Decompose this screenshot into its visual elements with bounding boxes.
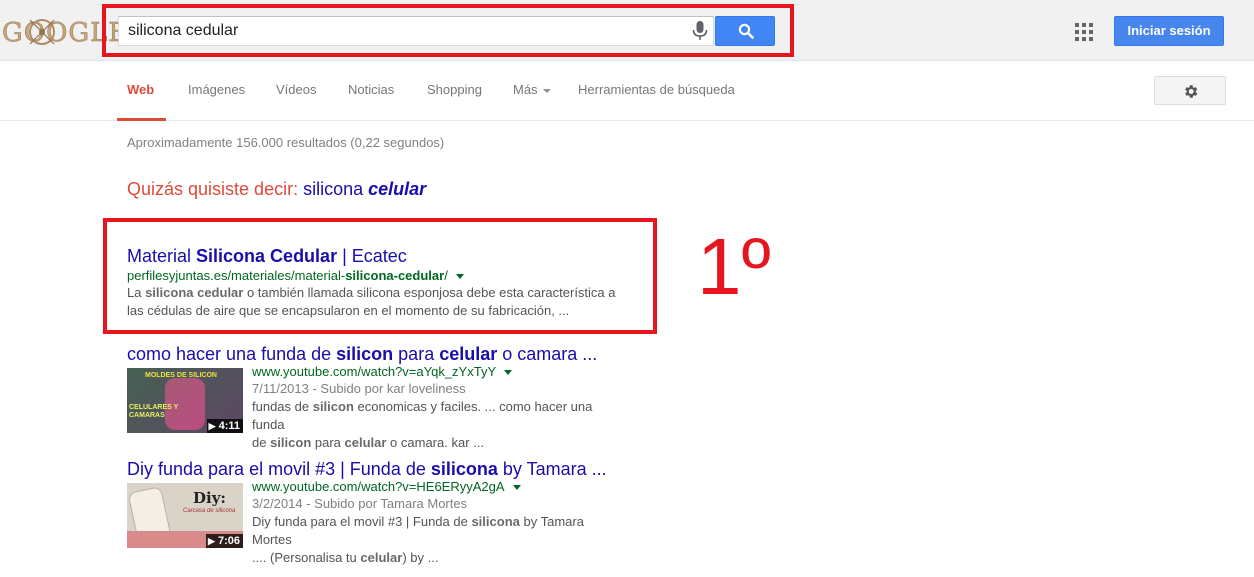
video-duration: 7:06 [206,534,243,548]
tab-images[interactable]: Imágenes [188,82,245,97]
title-part-bold: silicona [430,459,498,479]
tab-news[interactable]: Noticias [348,82,394,97]
caret-down-icon[interactable] [504,370,513,376]
snippet-line: .... (Personalisa tu celular) by ... [252,549,607,567]
snippet-part: Diy funda para el movil #3 | Funda de [252,514,472,529]
title-part-bold: Silicona Cedular [196,246,338,266]
url-part-bold: silicona-cedular [345,268,445,283]
video-meta: 3/2/2014 - Subido por Tamara Mortes [252,496,468,511]
snippet-line: las cédulas de aire que se encapsularon … [127,303,570,318]
thumb-caption: MOLDES DE SILICON [145,372,217,379]
tab-videos[interactable]: Vídeos [276,82,316,97]
snippet-part-bold: silicona cedular [145,285,244,300]
video-result: como hacer una funda de silicon para cel… [127,343,597,450]
spell-suggestion-link[interactable]: silicona celular [303,179,426,199]
title-part: Diy funda para el movil #3 | Funda de [127,459,431,479]
thumb-caption: Carcasa de silicona [183,508,236,514]
spell-emph: celular [368,179,427,199]
thumb-caption: Diy: [193,489,226,507]
video-meta: 7/11/2013 - Subido por kar loveliness [252,381,466,396]
title-part: como hacer una funda de [127,344,337,364]
result-url: www.youtube.com/watch?v=HE6ERyyA2gA [252,478,607,495]
result-title-link[interactable]: Material Silicona Cedular | Ecatec [127,245,616,267]
video-duration: 4:11 [206,419,243,433]
tab-search-tools[interactable]: Herramientas de búsqueda [578,82,735,97]
settings-button[interactable] [1154,76,1226,105]
snippet-part-bold: silicon [270,435,312,450]
gear-icon [1185,85,1198,98]
spell-plain: silicona [303,179,364,199]
video-thumbnail[interactable]: MOLDES DE SILICON CELULARES Y CAMARAS 4:… [127,368,243,433]
tab-shopping[interactable]: Shopping [427,82,482,97]
video-details: www.youtube.com/watch?v=aYqk_zYxTyY 7/11… [252,363,597,452]
snippet-line: de silicon para celular o camara. kar ..… [252,434,597,452]
caret-down-icon[interactable] [455,274,464,280]
snippet-line: fundas de silicon economicas y faciles. … [252,398,597,434]
search-tabs: Web Imágenes Vídeos Noticias Shopping Má… [0,62,1254,121]
result-url: www.youtube.com/watch?v=aYqk_zYxTyY [252,363,597,380]
search-result: Material Silicona Cedular | Ecatec perfi… [127,245,616,320]
snippet-part: para [311,435,345,450]
snippet-part: fundas de [252,399,313,414]
result-stats: Aproximadamente 156.000 resultados (0,22… [127,135,445,150]
snippet-line: La silicona cedular o también llamada si… [127,284,616,302]
video-result: Diy funda para el movil #3 | Funda de si… [127,458,607,565]
spell-prefix: Quizás quisiste decir: [127,179,299,199]
result-url: perfilesyjuntas.es/materiales/material-s… [127,267,616,284]
result-title-link[interactable]: como hacer una funda de silicon para cel… [127,343,597,365]
thumb-caption: CELULARES Y CAMARAS [129,404,179,419]
result-snippet: Diy funda para el movil #3 | Funda de si… [252,513,607,567]
annotation-rank-label: 1º [697,222,771,311]
doodle-art [29,19,55,45]
signin-button[interactable]: Iniciar sesión [1114,16,1224,46]
snippet-part-bold: silicon [312,399,354,414]
tab-web[interactable]: Web [127,82,154,97]
snippet-part-bold: silicona [471,514,520,529]
title-part: o camara ... [497,344,598,364]
url-part: perfilesyjuntas.es/materiales/material- [127,268,346,283]
result-title-link[interactable]: Diy funda para el movil #3 | Funda de si… [127,458,607,480]
snippet-part-bold: celular [360,550,403,565]
video-thumbnail[interactable]: Diy: Carcasa de silicona 7:06 [127,483,243,548]
title-part-bold: celular [439,344,498,364]
title-part-bold: silicon [336,344,394,364]
active-tab-indicator [117,118,166,121]
snippet-part: ) by ... [402,550,439,565]
chevron-down-icon [542,88,551,93]
url-part: / [444,268,448,283]
tab-more[interactable]: Más [513,82,551,97]
annotation-search-box [102,4,794,57]
result-snippet: La silicona cedular o también llamada si… [127,284,616,320]
url-text: www.youtube.com/watch?v=HE6ERyyA2gA [252,479,505,494]
snippet-line: Diy funda para el movil #3 | Funda de si… [252,513,607,549]
title-part: para [393,344,440,364]
snippet-part: La [127,285,146,300]
snippet-part: .... (Personalisa tu [252,550,361,565]
url-text: www.youtube.com/watch?v=aYqk_zYxTyY [252,364,497,379]
result-snippet: fundas de silicon economicas y faciles. … [252,398,597,452]
snippet-part: de [252,435,271,450]
video-details: www.youtube.com/watch?v=HE6ERyyA2gA 3/2/… [252,478,607,567]
snippet-part: o también llamada silicona esponjosa deb… [243,285,616,300]
tab-more-label: Más [513,82,538,97]
snippet-part-bold: celular [344,435,387,450]
title-part: | Ecatec [337,246,407,266]
title-part: by Tamara ... [497,459,607,479]
caret-down-icon[interactable] [512,485,521,491]
spelling-suggestion: Quizás quisiste decir: silicona celular [127,179,426,200]
apps-grid-icon[interactable] [1075,23,1093,41]
title-part: Material [127,246,197,266]
snippet-part: o camara. kar ... [386,435,484,450]
